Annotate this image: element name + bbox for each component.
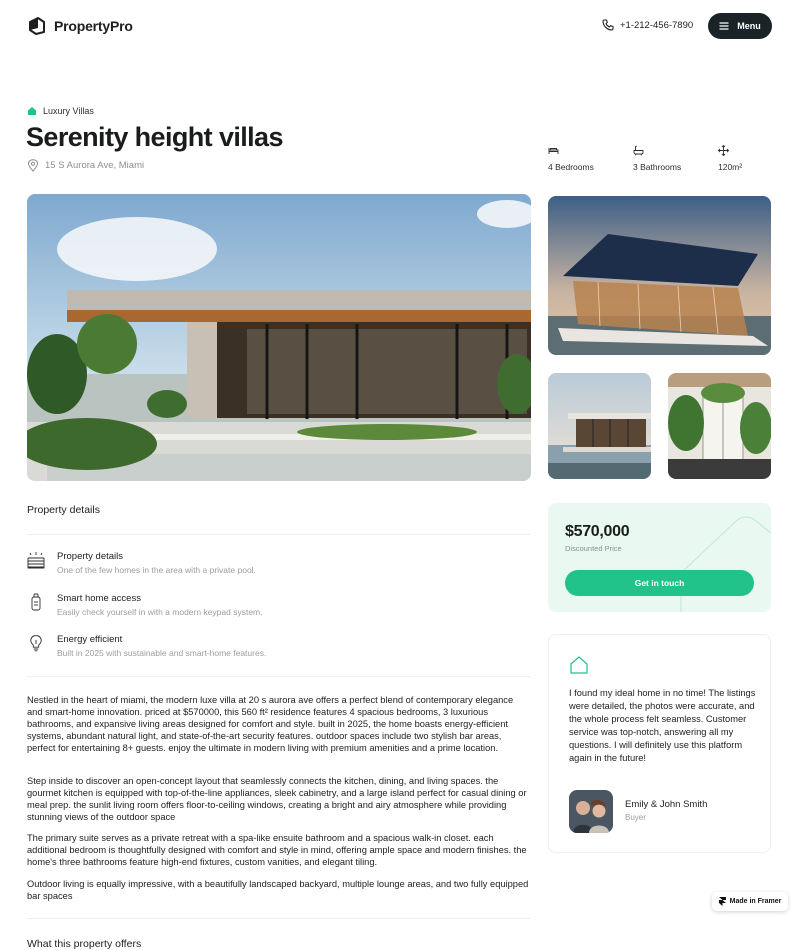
- glass-house-image: [548, 196, 771, 355]
- lightbulb-icon: [27, 634, 45, 652]
- testimonial-author: Emily & John Smith: [625, 799, 708, 810]
- feature-pool: Property details One of the few homes in…: [27, 551, 256, 575]
- property-specs: 4 Bedrooms 3 Bathrooms 120m²: [548, 145, 742, 172]
- get-in-touch-button[interactable]: Get in touch: [565, 570, 754, 596]
- bed-icon: [548, 148, 559, 154]
- category-tag[interactable]: Luxury Villas: [27, 106, 94, 116]
- badge-label: Made in Framer: [729, 898, 782, 905]
- avatar: [569, 790, 613, 833]
- description-paragraph: The primary suite serves as a private re…: [27, 833, 527, 867]
- description-paragraph: Step inside to discover an open-concept …: [27, 776, 527, 822]
- villa-exterior-image: [27, 194, 531, 481]
- interior-entrance-image: [668, 373, 771, 479]
- house-outline-icon: [570, 656, 588, 674]
- divider: [27, 534, 531, 535]
- address: 15 S Aurora Ave, Miami: [27, 159, 144, 172]
- interior-plants-photo[interactable]: [668, 373, 771, 479]
- made-in-framer-badge[interactable]: Made in Framer: [712, 892, 788, 911]
- bathtub-icon: [633, 145, 644, 156]
- offers-heading: What this property offers: [27, 938, 142, 950]
- feature-desc: One of the few homes in the area with a …: [57, 565, 256, 575]
- pool-icon: [27, 551, 45, 569]
- feature-desc: Easily check yourself in with a modern k…: [57, 607, 263, 617]
- brand-logo[interactable]: PropertyPro: [27, 16, 133, 36]
- home-icon: [28, 107, 36, 115]
- description-paragraph: Nestled in the heart of miami, the moder…: [27, 695, 514, 753]
- price-card: $570,000 Discounted Price Get in touch: [548, 503, 771, 612]
- spec-bedrooms-label: 4 Bedrooms: [548, 162, 594, 172]
- divider: [27, 918, 531, 919]
- feature-desc: Built in 2025 with sustainable and smart…: [57, 648, 267, 658]
- feature-energy: Energy efficient Built in 2025 with sust…: [27, 634, 266, 658]
- divider: [27, 676, 531, 677]
- address-text: 15 S Aurora Ave, Miami: [45, 160, 145, 171]
- main-villa-photo[interactable]: [27, 194, 531, 481]
- description-paragraph: Outdoor living is equally impressive, wi…: [27, 879, 529, 901]
- testimonial-card: I found my ideal home in no time! The li…: [548, 634, 771, 853]
- menu-label: Menu: [737, 21, 761, 31]
- page-title: Serenity height villas: [26, 122, 284, 152]
- menu-button[interactable]: Menu: [708, 13, 772, 39]
- coastal-villa-photo[interactable]: [548, 373, 651, 479]
- spec-bedrooms: 4 Bedrooms: [548, 145, 633, 172]
- hamburger-icon: [719, 22, 729, 30]
- phone-link[interactable]: +1-212-456-7890: [602, 19, 693, 31]
- glass-pavilion-photo[interactable]: [548, 196, 771, 355]
- site-header: PropertyPro +1-212-456-7890 Menu: [0, 0, 798, 54]
- brand-name: PropertyPro: [54, 18, 133, 34]
- phone-number: +1-212-456-7890: [620, 19, 694, 31]
- feature-title: Energy efficient: [57, 634, 123, 645]
- spec-area: 120m²: [718, 145, 742, 172]
- feature-title: Property details: [57, 551, 124, 562]
- feature-smart-access: Smart home access Easily check yourself …: [27, 593, 263, 617]
- property-details-heading: Property details: [27, 504, 100, 516]
- logo-icon: [29, 17, 45, 35]
- keypad-lock-icon: [27, 593, 45, 611]
- price-caption: Discounted Price: [565, 544, 622, 553]
- price-value: $570,000: [565, 523, 630, 540]
- spec-bathrooms: 3 Bathrooms: [633, 145, 718, 172]
- phone-icon: [602, 19, 614, 31]
- area-arrows-icon: [718, 145, 729, 156]
- coastal-villa-image: [548, 373, 651, 479]
- testimonial-role: Buyer: [625, 813, 646, 822]
- spec-bathrooms-label: 3 Bathrooms: [633, 162, 682, 172]
- location-pin-icon: [27, 159, 39, 172]
- testimonial-quote: I found my ideal home in no time! The li…: [569, 688, 756, 763]
- category-label: Luxury Villas: [43, 106, 94, 116]
- spec-area-label: 120m²: [718, 162, 743, 172]
- framer-logo-icon: [718, 897, 726, 906]
- feature-title: Smart home access: [57, 593, 141, 604]
